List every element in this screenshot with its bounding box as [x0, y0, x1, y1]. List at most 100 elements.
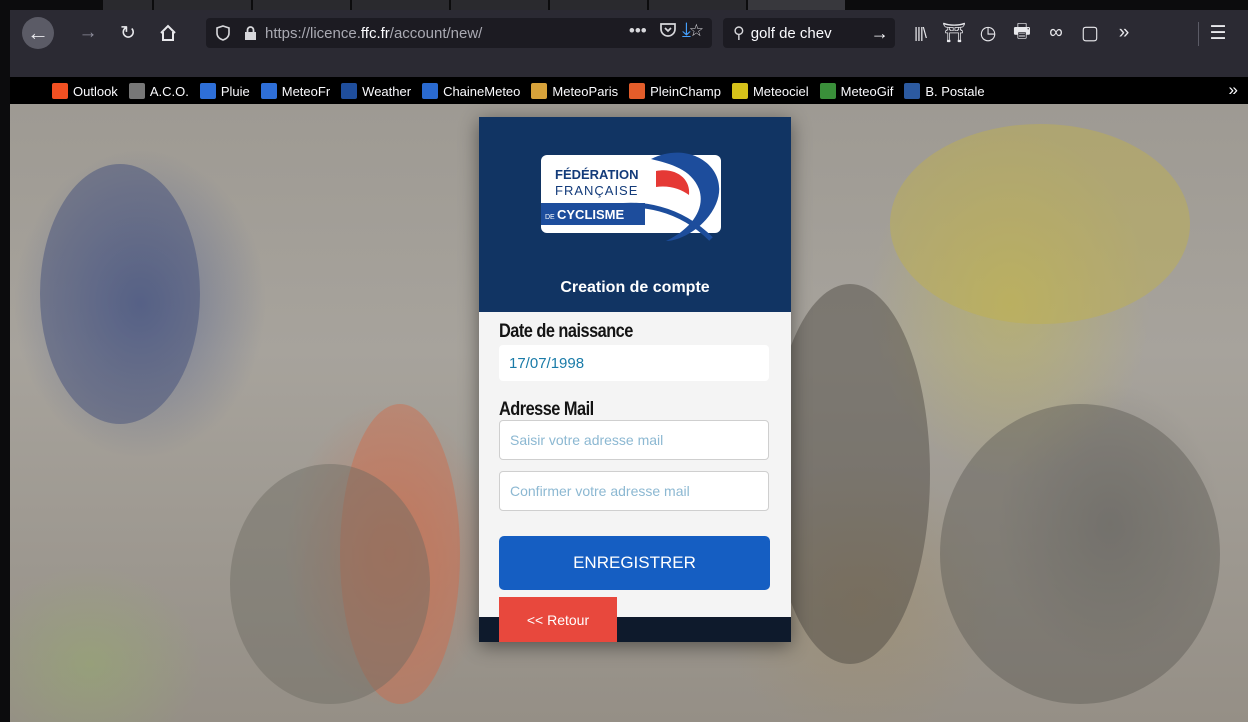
browser-tab[interactable] — [451, 0, 549, 10]
extension-icon: ⛩ — [941, 23, 967, 44]
hamburger-menu-icon: ☰ — [1209, 22, 1227, 44]
tab-strip — [0, 0, 1248, 10]
browser-tab[interactable] — [649, 0, 747, 10]
url-bar[interactable]: https://licence.ffc.fr/account/new/ ••• … — [206, 18, 712, 48]
card-header: FÉDÉRATION FRANÇAISE DE CYCLISME Creatio… — [479, 117, 791, 312]
bookmark-label: Meteociel — [752, 83, 809, 99]
bookmark-star-icon[interactable]: ☆ — [689, 21, 704, 41]
email-confirm-input[interactable] — [499, 471, 769, 511]
menu-button[interactable]: ☰ — [1204, 19, 1232, 47]
email-label: Adresse Mail — [499, 399, 594, 420]
url-domain: ffc.fr — [360, 24, 390, 42]
bookmark-item[interactable]: PleinChamp — [629, 83, 721, 99]
bookmark-label: Pluie — [220, 83, 250, 99]
bookmark-label: MeteoFr — [281, 83, 331, 99]
browser-tab[interactable] — [352, 0, 450, 10]
infinity-icon: ∞ — [1049, 22, 1063, 43]
page-title: Creation de compte — [560, 279, 710, 296]
background-photo — [230, 464, 430, 704]
window-edge — [0, 0, 10, 722]
background-photo — [890, 124, 1190, 324]
dob-value: 17/07/1998 — [509, 355, 585, 372]
bookmark-label: PleinChamp — [650, 83, 721, 99]
bookmark-label: MeteoParis — [552, 83, 619, 99]
browser-tab[interactable] — [253, 0, 351, 10]
pocket-icon[interactable] — [659, 21, 677, 39]
bookmark-item[interactable]: A.C.O. — [128, 83, 189, 99]
chevron-double-right-icon: » — [1228, 80, 1238, 99]
page-actions-icon[interactable]: ••• — [629, 21, 647, 41]
background-photo — [940, 404, 1220, 704]
background-photo — [40, 164, 200, 424]
register-button[interactable]: ENREGISTRER — [499, 536, 770, 590]
nav-bar: ← → ↻ https://licence.ffc.fr/account/new… — [10, 14, 1248, 52]
shield-icon — [216, 25, 230, 41]
search-bar[interactable]: ⚲ golf de chev → — [723, 18, 895, 48]
home-button[interactable] — [154, 19, 182, 47]
search-input[interactable]: golf de chev — [751, 25, 869, 42]
browser-tab-active[interactable] — [748, 0, 846, 10]
back-button[interactable]: << Retour — [499, 597, 617, 642]
bookmark-item[interactable]: B. Postale — [904, 83, 985, 99]
email-input[interactable] — [499, 420, 769, 460]
bookmarks-overflow-button[interactable]: » — [1229, 80, 1238, 100]
page-viewport: FÉDÉRATION FRANÇAISE DE CYCLISME Creatio… — [10, 104, 1248, 722]
meteo-icon — [199, 83, 216, 99]
bookmarks-toolbar: Outlook A.C.O. Pluie MeteoFr Weather ChaineMe… — [10, 78, 1248, 104]
url-prefix: https://licence. — [265, 24, 361, 42]
extension-button[interactable]: ⛩ — [940, 19, 968, 47]
url-text[interactable]: https://licence.ffc.fr/account/new/ — [265, 25, 482, 42]
reload-button[interactable]: ↻ — [114, 19, 142, 47]
bookmark-item[interactable]: MeteoFr — [260, 83, 331, 99]
forward-button[interactable]: → — [74, 19, 102, 47]
dob-field: 17/07/1998 — [499, 345, 769, 381]
sidebar-icon: ▢ — [1081, 22, 1099, 44]
url-path: /account/new/ — [389, 24, 483, 42]
outlook-icon — [52, 83, 68, 99]
bookmark-label: A.C.O. — [149, 83, 189, 99]
bookmark-item[interactable]: Weather — [341, 83, 411, 99]
overflow-button[interactable]: » — [1110, 19, 1138, 47]
dob-label: Date de naissance — [499, 321, 633, 342]
bookmark-item[interactable]: Outlook — [52, 83, 118, 99]
library-button[interactable]: |||\ — [906, 19, 934, 47]
ffc-logo: FÉDÉRATION FRANÇAISE DE CYCLISME — [541, 152, 721, 241]
home-icon — [160, 24, 176, 41]
banque-postale-icon — [904, 83, 921, 99]
bookmark-label: B. Postale — [925, 83, 985, 99]
search-icon: ⚲ — [733, 25, 745, 42]
toolbar-divider — [1198, 22, 1199, 46]
browser-tab[interactable] — [154, 0, 252, 10]
browser-tab[interactable] — [550, 0, 648, 10]
printer-icon: 🖶 — [1013, 21, 1031, 42]
browser-toolbar: ← → ↻ https://licence.ffc.fr/account/new… — [10, 10, 1248, 99]
addon-button[interactable]: ∞ — [1042, 19, 1070, 47]
account-creation-card: FÉDÉRATION FRANÇAISE DE CYCLISME Creatio… — [479, 117, 791, 642]
forward-arrow-icon: → — [78, 22, 98, 43]
meteo-icon — [260, 83, 277, 99]
search-go-icon[interactable]: → — [871, 23, 889, 44]
lock-icon — [245, 25, 256, 40]
back-button[interactable]: ← — [22, 17, 54, 49]
bookmark-item[interactable]: Meteociel — [731, 83, 809, 99]
meteogif-icon — [819, 83, 836, 99]
browser-tab[interactable] — [103, 0, 153, 10]
downloads-button[interactable]: ⤓ — [682, 19, 691, 42]
bookmark-item[interactable]: MeteoParis — [531, 83, 618, 99]
print-button[interactable]: 🖶 — [1008, 19, 1036, 47]
bookmark-item[interactable]: ChaineMeteo — [422, 83, 520, 99]
logo-line-3: CYCLISME — [557, 207, 625, 222]
bookmark-label: Weather — [362, 83, 412, 99]
download-icon: ⤓ — [682, 19, 691, 41]
bookmark-label: Outlook — [73, 83, 118, 99]
background-photo — [770, 284, 930, 664]
reader-view-button[interactable]: ▢ — [1076, 19, 1104, 47]
logo-line-1: FÉDÉRATION — [555, 167, 639, 182]
bookmark-item[interactable]: Pluie — [199, 83, 250, 99]
meteoparis-icon — [531, 83, 548, 99]
chainemeteo-icon — [422, 83, 439, 99]
meteociel-icon — [731, 83, 748, 99]
bookmark-item[interactable]: MeteoGif — [819, 83, 893, 99]
history-button[interactable]: ◷ — [974, 19, 1002, 47]
weather-channel-icon — [341, 83, 358, 99]
